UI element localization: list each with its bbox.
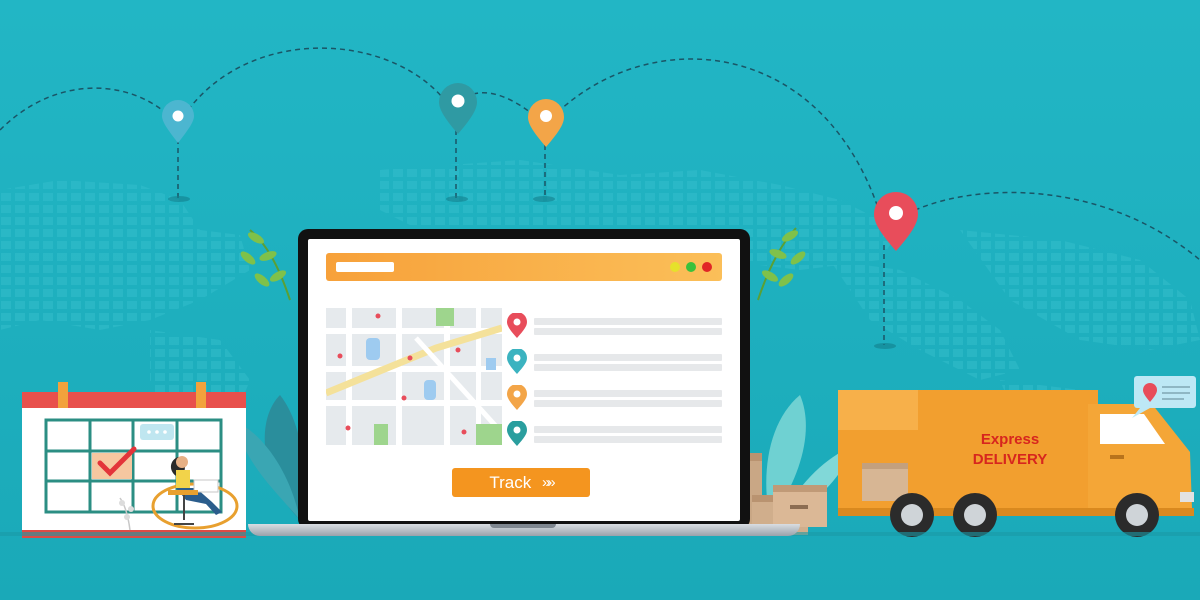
list-item-line — [534, 364, 722, 371]
tracking-list-item[interactable] — [506, 349, 722, 375]
browser-title-bar — [326, 253, 722, 281]
truck-label-line1: Express — [980, 431, 1040, 448]
list-item-line — [534, 426, 722, 433]
tracking-list-item[interactable] — [506, 385, 722, 411]
list-item-line — [534, 436, 722, 443]
map-graphic — [326, 308, 502, 445]
laptop-frame: Track »» — [298, 229, 750, 529]
tracking-list-item[interactable] — [506, 313, 722, 339]
address-bar[interactable] — [336, 262, 394, 272]
tracking-list-item[interactable] — [506, 421, 722, 447]
truck-wheel-icon — [890, 493, 934, 537]
list-item-line — [534, 318, 722, 325]
truck-wheel-icon — [953, 493, 997, 537]
map-pin-icon — [507, 385, 527, 410]
track-button-label: Track — [489, 473, 532, 492]
map-pin-icon — [507, 313, 527, 338]
close-button[interactable] — [702, 262, 712, 272]
double-chevron-right-icon: »» — [541, 474, 556, 491]
route-map[interactable] — [326, 308, 502, 445]
location-pin-icon — [528, 99, 564, 147]
list-item-line — [534, 400, 722, 407]
map-pin-icon — [507, 349, 527, 374]
location-pin-icon — [439, 83, 477, 134]
truck-label: Express DELIVERY — [950, 430, 1070, 470]
map-pin-icon — [507, 421, 527, 446]
truck-wheel-icon — [1115, 493, 1159, 537]
minimize-button[interactable] — [670, 262, 680, 272]
tracking-app-window: Track »» — [308, 239, 740, 521]
laptop-notch — [490, 524, 556, 528]
truck-label-line2: DELIVERY — [972, 451, 1048, 468]
track-button[interactable]: Track »» — [452, 468, 590, 497]
tracking-list — [506, 313, 722, 453]
hero-illustration: Track »» Express DELIVERY — [0, 0, 1200, 600]
calendar-illustration — [22, 382, 246, 538]
maximize-button[interactable] — [686, 262, 696, 272]
list-item-line — [534, 390, 722, 397]
list-item-line — [534, 328, 722, 335]
location-pin-icon — [162, 100, 194, 143]
list-item-line — [534, 354, 722, 361]
